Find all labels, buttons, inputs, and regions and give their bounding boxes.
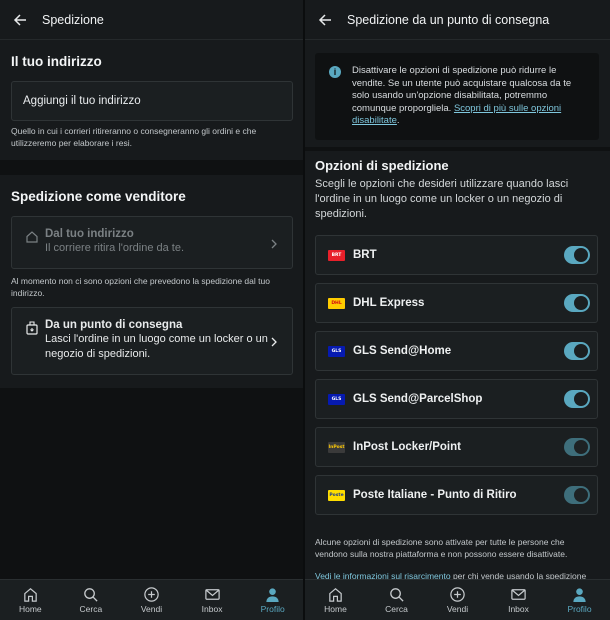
- profile-icon: [266, 588, 279, 603]
- package-drop-icon: [26, 321, 38, 335]
- footer-note: Alcune opzioni di spedizione sono attiva…: [315, 537, 568, 559]
- carrier-option: GLS GLS Send@ParcelShop: [315, 379, 598, 419]
- tab-sell[interactable]: Vendi: [121, 580, 182, 620]
- carrier-name: InPost Locker/Point: [353, 441, 461, 453]
- carrier-toggle[interactable]: [564, 246, 590, 264]
- home-icon: [26, 231, 38, 243]
- home-option-subtitle: Il corriere ritira l'ordine da te.: [45, 242, 185, 254]
- no-options-note: Al momento non ci sono opzioni che preve…: [11, 276, 270, 298]
- search-icon: [390, 588, 404, 602]
- address-section-title: Il tuo indirizzo: [11, 54, 102, 69]
- carrier-option: GLS GLS Send@Home: [315, 331, 598, 371]
- mail-icon: [511, 589, 526, 600]
- dropoff-option-title: Da un punto di consegna: [45, 319, 183, 331]
- add-address-button[interactable]: Aggiungi il tuo indirizzo: [11, 81, 293, 121]
- shipping-screen: Spedizione Il tuo indirizzo Aggiungi il …: [0, 0, 303, 620]
- tab-inbox[interactable]: Inbox: [182, 580, 243, 620]
- tab-label: Cerca: [79, 604, 103, 614]
- toggle-knob: [574, 488, 588, 502]
- page-title: Spedizione da un punto di consegna: [347, 12, 550, 27]
- carrier-option: BRT BRT: [315, 235, 598, 275]
- arrow-left-icon: [318, 13, 331, 26]
- tab-label: Cerca: [385, 604, 408, 614]
- toggle-knob: [574, 344, 588, 358]
- plus-circle-icon: [450, 587, 465, 602]
- carrier-logo: GLS: [328, 393, 345, 405]
- carrier-option: DHL DHL Express: [315, 283, 598, 323]
- tab-label: Inbox: [201, 604, 223, 614]
- info-icon: i: [329, 66, 341, 78]
- carrier-name: GLS Send@ParcelShop: [353, 393, 483, 405]
- tab-inbox[interactable]: Inbox: [488, 580, 549, 620]
- chevron-right-icon: [271, 239, 277, 249]
- tab-label: Profilo: [260, 604, 285, 614]
- section-divider: [0, 160, 303, 175]
- back-button[interactable]: [311, 0, 339, 40]
- tab-label: Home: [324, 604, 347, 614]
- carrier-option: Poste Poste Italiane - Punto di Ritiro: [315, 475, 598, 515]
- dropoff-option[interactable]: Da un punto di consegna Lasci l'ordine i…: [11, 307, 293, 375]
- tab-label: Home: [18, 604, 42, 614]
- tab-search[interactable]: Cerca: [366, 580, 427, 620]
- shipping-options-title: Opzioni di spedizione: [315, 158, 449, 173]
- tab-label: Vendi: [446, 604, 469, 614]
- carrier-logo: BRT: [328, 249, 345, 261]
- section-divider: [305, 147, 610, 151]
- plus-circle-icon: [144, 587, 159, 602]
- carrier-toggle[interactable]: [564, 294, 590, 312]
- tab-profile[interactable]: Profilo: [242, 580, 303, 620]
- carrier-toggle[interactable]: [564, 390, 590, 408]
- add-address-label: Aggiungi il tuo indirizzo: [23, 95, 141, 107]
- carrier-logo: Poste: [328, 489, 345, 501]
- toggle-knob: [574, 296, 588, 310]
- carrier-logo: InPost: [328, 441, 345, 453]
- carrier-logo: GLS: [328, 345, 345, 357]
- address-helper-text: Quello in cui i corrieri ritireranno o c…: [11, 126, 257, 148]
- top-bar: Spedizione da un punto di consegna: [305, 0, 610, 40]
- tab-label: Inbox: [508, 604, 529, 614]
- tab-home[interactable]: Home: [0, 580, 61, 620]
- carrier-name: GLS Send@Home: [353, 345, 452, 357]
- dropoff-shipping-screen: Spedizione da un punto di consegna i Dis…: [305, 0, 610, 620]
- mail-icon: [204, 589, 220, 600]
- tab-label: Vendi: [140, 604, 163, 614]
- arrow-left-icon: [13, 13, 26, 26]
- tab-home[interactable]: Home: [305, 580, 366, 620]
- carrier-option: InPost InPost Locker/Point: [315, 427, 598, 467]
- back-button[interactable]: [6, 0, 34, 40]
- tab-search[interactable]: Cerca: [61, 580, 122, 620]
- carrier-toggle: [564, 438, 590, 456]
- tab-sell[interactable]: Vendi: [427, 580, 488, 620]
- home-option-title: Dal tuo indirizzo: [45, 228, 134, 240]
- home-icon: [329, 588, 342, 602]
- carrier-toggle: [564, 486, 590, 504]
- toggle-knob: [574, 392, 588, 406]
- toggle-knob: [574, 440, 588, 454]
- shipping-options-description: Scegli le opzioni che desideri utilizzar…: [315, 178, 569, 220]
- bottom-tab-bar: Home Cerca Vendi Inbox Profilo: [0, 579, 303, 620]
- notice-end: .: [396, 115, 400, 127]
- tab-label: Profilo: [567, 604, 592, 614]
- notice-text: Disattivare le opzioni di spedizione può…: [352, 65, 591, 128]
- seller-section-title: Spedizione come venditore: [11, 189, 186, 204]
- profile-icon: [573, 588, 586, 603]
- top-bar: Spedizione: [0, 0, 303, 40]
- bottom-tab-bar: Home Cerca Vendi Inbox Profilo: [305, 579, 610, 620]
- tab-profile[interactable]: Profilo: [549, 580, 610, 620]
- home-icon: [24, 588, 37, 602]
- carrier-name: Poste Italiane - Punto di Ritiro: [353, 489, 517, 501]
- toggle-knob: [574, 248, 588, 262]
- carrier-name: DHL Express: [353, 297, 425, 309]
- search-icon: [84, 588, 98, 602]
- page-title: Spedizione: [42, 12, 104, 27]
- info-notice: i Disattivare le opzioni di spedizione p…: [315, 53, 599, 140]
- home-pickup-option[interactable]: Dal tuo indirizzo Il corriere ritira l'o…: [11, 216, 293, 269]
- chevron-right-icon: [271, 337, 277, 347]
- carrier-toggle[interactable]: [564, 342, 590, 360]
- carrier-logo: DHL: [328, 297, 345, 309]
- carrier-name: BRT: [353, 249, 377, 261]
- dropoff-option-subtitle: Lasci l'ordine in un luogo come un locke…: [45, 333, 268, 360]
